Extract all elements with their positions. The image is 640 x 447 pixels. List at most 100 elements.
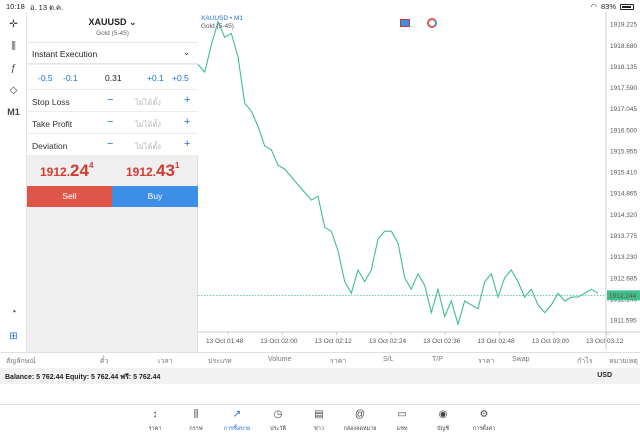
column-header-4[interactable]: Volume [268,356,291,363]
time-tick-label: 13 Oct 02:12 [315,338,353,345]
price-tick-label: 1916.500 [610,127,637,134]
bottom-tab-bar: ↕ ราคา ⫼ กราฟ ↗ การซื้อขาย ◷ ประวัติ ▤ ข่าว @ กล่อง… [0,404,640,447]
volume-minus-0-1[interactable]: -0.1 [63,73,78,83]
tab-label: การตั้งค่า [472,426,496,432]
tab-icon: ⚙ [479,409,489,420]
price-tick-label: 1918.135 [610,64,637,71]
column-header-3[interactable]: ประเภท [208,356,232,367]
execution-select[interactable]: Instant Execution ⌄ [27,42,198,64]
sell-button[interactable]: Sell [27,186,112,207]
column-header-2[interactable]: เวลา [158,356,173,367]
tab-1[interactable]: ⫼ กราฟ [178,409,214,433]
objects-icon[interactable]: ◇ [4,82,23,98]
take-profit-plus-button[interactable]: + [184,116,190,128]
column-header-6[interactable]: S/L [383,356,394,363]
tab-label: ประวัติ [269,426,287,432]
price-tick-label: 1912.685 [610,275,637,282]
one-click-trading-icon[interactable] [400,19,410,27]
tab-icon: ↗ [232,409,242,420]
column-header-10[interactable]: กำไร [577,356,592,367]
column-header-0[interactable]: สัญลักษณ์ [6,356,36,367]
bid-price: 1912.244 [40,161,94,180]
chart-toolbar: ✛ ⫼ ƒ ◇ M1 ◔ ⊞ [0,12,27,352]
column-header-11[interactable]: หมายเหตุ [609,356,638,367]
tab-label: กล่องจดหมาย [343,426,377,432]
tab-2[interactable]: ↗ การซื้อขาย [219,409,255,433]
take-profit-row: Take Profit − ไม่ได้ตั้ง + [27,111,198,133]
tab-label: บัญชี [437,426,449,432]
deviation-input[interactable]: ไม่ได้ตั้ง [135,141,161,153]
function-icon[interactable]: ƒ [4,60,23,76]
stop-loss-minus-button[interactable]: − [107,94,113,106]
price-tick-label: 1915.410 [610,170,637,177]
volume-input[interactable]: 0.31 [105,73,122,83]
price-series-line [198,20,599,327]
column-header-5[interactable]: ราคา [330,356,346,367]
tab-5[interactable]: @ กล่องจดหมาย [342,409,378,433]
trade-table-header: สัญลักษณ์ ตั๋ว เวลา ประเภท Volume ราคา S/L T/P ร… [0,352,640,367]
stop-loss-row: Stop Loss − ไม่ได้ตั้ง + [27,89,198,111]
tab-0[interactable]: ↕ ราคา [137,409,173,433]
time-tick-label: 13 Oct 01:48 [206,338,244,345]
tab-label: ราคา [148,426,162,432]
price-quotes: 1912.244 1912.431 [27,155,198,185]
column-header-9[interactable]: Swap [512,356,530,363]
price-tick-label: 1917.590 [610,85,637,92]
volume-plus-0-5[interactable]: +0.5 [172,73,189,83]
price-tick-label: 1917.045 [610,106,637,113]
deviation-minus-button[interactable]: − [107,138,113,150]
crosshair-icon[interactable]: ✛ [4,16,23,32]
tab-7[interactable]: ◉ บัญชี [425,409,461,433]
take-profit-input[interactable]: ไม่ได้ตั้ง [135,119,161,131]
deviation-row: Deviation − ไม่ได้ตั้ง + [27,133,198,155]
tab-icon: ◉ [438,409,448,420]
price-tick-label: 1919.225 [610,22,637,29]
take-profit-minus-button[interactable]: − [107,116,113,128]
tab-icon: @ [354,409,366,420]
price-tick-label: 1911.595 [610,318,637,325]
chart-symbol: XAUUSD • M1 [201,15,244,22]
tab-3[interactable]: ◷ ประวัติ [260,409,296,433]
buy-button[interactable]: Buy [112,186,198,207]
tab-8[interactable]: ⚙ การตั้งค่า [466,409,502,433]
tab-icon: ▤ [314,409,324,420]
timeframe-m1-icon[interactable]: M1 [4,104,23,120]
tab-4[interactable]: ▤ ข่าว [301,409,337,433]
stop-loss-plus-button[interactable]: + [184,94,190,106]
execution-label: Instant Execution [32,49,98,59]
column-header-1[interactable]: ตั๋ว [100,356,108,367]
deviation-label: Deviation [32,141,68,151]
time-tick-label: 13 Oct 02:36 [423,338,461,345]
wifi-icon: ◠ [590,2,597,11]
volume-plus-0-1[interactable]: +0.1 [147,73,164,83]
column-header-7[interactable]: T/P [432,356,443,363]
price-tick-label: 1915.955 [610,148,637,155]
tab-icon: ◷ [273,409,283,420]
status-bar: 10:18 อ. 13 ต.ค. ◠ 83% [0,0,640,12]
price-tick-label: 1918.680 [610,43,637,50]
status-time: 10:18 [6,2,25,11]
tab-label: การซื้อขาย [223,426,251,432]
chart-settings-icon[interactable]: ◔ [4,304,23,320]
deviation-plus-button[interactable]: + [184,138,190,150]
volume-minus-0-5[interactable]: -0.5 [38,73,53,83]
tab-label: ข่าว [314,426,324,432]
battery-percent: 83% [600,2,616,11]
indicators-icon[interactable]: ⫼ [4,38,23,54]
symbol-description: Gold (5-45) [96,30,129,37]
stop-loss-input[interactable]: ไม่ได้ตั้ง [135,97,161,109]
symbol-header[interactable]: XAUUSD ⌄ Gold (5-45) [27,12,198,42]
volume-row: -0.5 -0.1 0.31 +0.1 +0.5 [27,65,198,89]
new-order-icon[interactable]: ⊞ [4,328,23,344]
depth-of-market-icon[interactable] [427,18,437,28]
take-profit-label: Take Profit [32,119,73,129]
tab-icon: ↕ [152,409,158,420]
time-tick-label: 13 Oct 02:48 [477,338,515,345]
tab-6[interactable]: ▭ แชท [384,409,420,433]
ask-price: 1912.431 [126,161,180,180]
tab-label: แชท [396,426,408,432]
price-chart[interactable]: 1919.225 1918.680 1918.135 1917.590 1917.045… [198,12,640,350]
time-tick-label: 13 Oct 03:00 [532,338,570,345]
tab-label: กราฟ [189,426,203,432]
column-header-8[interactable]: ราคา [478,356,494,367]
